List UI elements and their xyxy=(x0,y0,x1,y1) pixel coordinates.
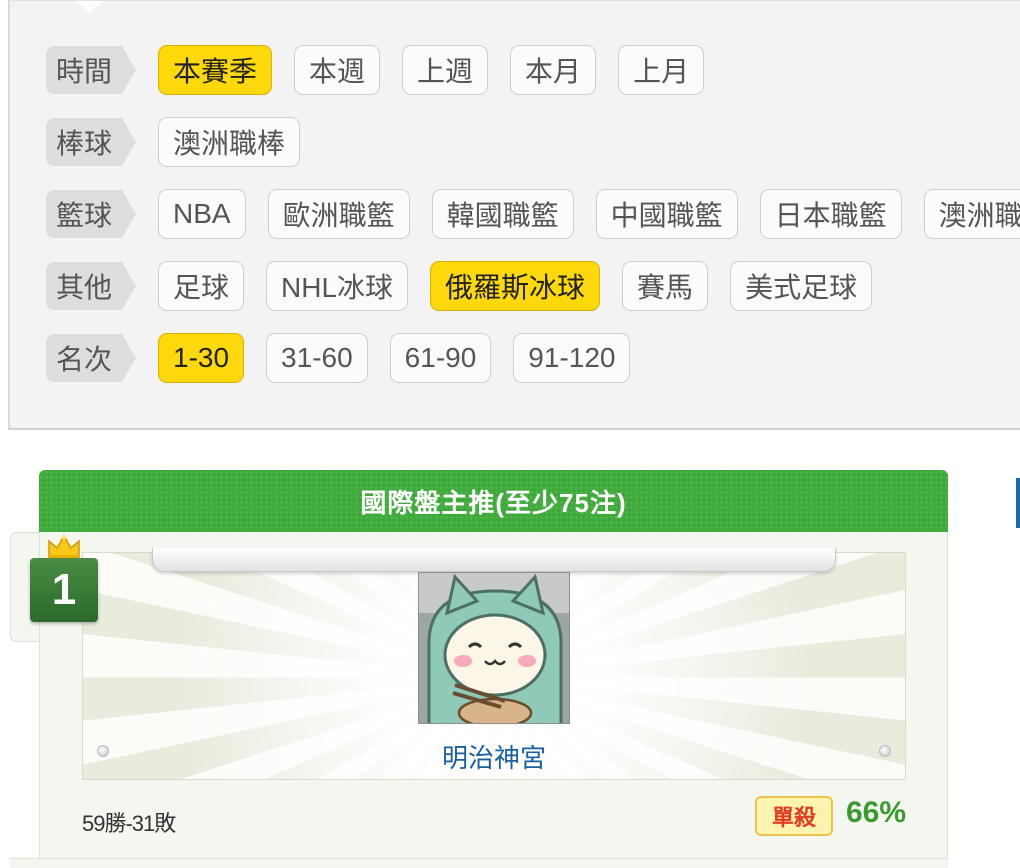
filter-panel: 時間 本賽季 本週 上週 本月 上月 棒球 澳洲職棒 籃球 NBA 歐洲職籃 韓… xyxy=(8,0,1020,430)
filter-label-time: 時間 xyxy=(46,46,136,94)
filter-row-other: 其他 足球 NHL冰球 俄羅斯冰球 賽馬 美式足球 xyxy=(46,261,894,311)
chip-rank-91-120[interactable]: 91-120 xyxy=(513,333,631,383)
filter-label-rank: 名次 xyxy=(46,334,136,382)
user-avatar[interactable] xyxy=(418,572,570,724)
filter-label-basketball: 籃球 xyxy=(46,190,136,238)
cartoon-avatar-icon xyxy=(419,573,569,723)
user-name-link[interactable]: 明治神宮 xyxy=(380,738,608,775)
chip-this-week[interactable]: 本週 xyxy=(294,45,381,95)
chip-nhl[interactable]: NHL冰球 xyxy=(266,261,409,311)
card-header: 國際盤主推(至少75注) xyxy=(39,470,948,532)
chip-american-football[interactable]: 美式足球 xyxy=(730,261,873,311)
side-accent-bar xyxy=(1016,478,1020,528)
chip-last-month[interactable]: 上月 xyxy=(618,45,705,95)
filter-row-time: 時間 本賽季 本週 上週 本月 上月 xyxy=(46,45,726,95)
screw-left-icon xyxy=(97,745,109,757)
chip-australia-basketball[interactable]: 澳洲職 xyxy=(923,189,1020,239)
card-title: 國際盤主推(至少75注) xyxy=(360,487,627,518)
chip-horse-racing[interactable]: 賽馬 xyxy=(622,261,709,311)
chip-rank-1-30[interactable]: 1-30 xyxy=(158,333,245,383)
win-loss-record: 59勝-31敗 xyxy=(82,811,176,836)
filter-label-baseball: 棒球 xyxy=(46,118,136,166)
chip-khl[interactable]: 俄羅斯冰球 xyxy=(430,261,601,311)
tag-badge: 單殺 xyxy=(755,796,833,836)
filter-label-other: 其他 xyxy=(46,262,136,310)
rank-badge: 1 xyxy=(30,558,98,622)
chip-soccer[interactable]: 足球 xyxy=(158,261,245,311)
crown-icon xyxy=(48,534,80,560)
chip-this-season[interactable]: 本賽季 xyxy=(158,45,273,95)
chip-rank-61-90[interactable]: 61-90 xyxy=(389,333,492,383)
chip-china-basketball[interactable]: 中國職籃 xyxy=(595,189,738,239)
chip-rank-31-60[interactable]: 31-60 xyxy=(266,333,368,383)
chip-korea-basketball[interactable]: 韓國職籃 xyxy=(431,189,574,239)
chip-last-week[interactable]: 上週 xyxy=(402,45,489,95)
win-rate: 66% xyxy=(846,796,907,829)
panel-notch xyxy=(76,1,104,13)
chip-this-month[interactable]: 本月 xyxy=(510,45,597,95)
next-card-edge xyxy=(10,858,948,868)
filter-row-rank: 名次 1-30 31-60 61-90 91-120 xyxy=(46,333,652,383)
avatar-shelf xyxy=(152,548,836,572)
filter-row-baseball: 棒球 澳洲職棒 xyxy=(46,117,322,167)
filter-row-basketball: 籃球 NBA 歐洲職籃 韓國職籃 中國職籃 日本職籃 澳洲職 xyxy=(46,189,1020,239)
chip-abl[interactable]: 澳洲職棒 xyxy=(158,117,301,167)
chip-japan-basketball[interactable]: 日本職籃 xyxy=(759,189,902,239)
chip-nba[interactable]: NBA xyxy=(158,189,246,239)
screw-right-icon xyxy=(879,745,891,757)
chip-euro-basketball[interactable]: 歐洲職籃 xyxy=(267,189,410,239)
